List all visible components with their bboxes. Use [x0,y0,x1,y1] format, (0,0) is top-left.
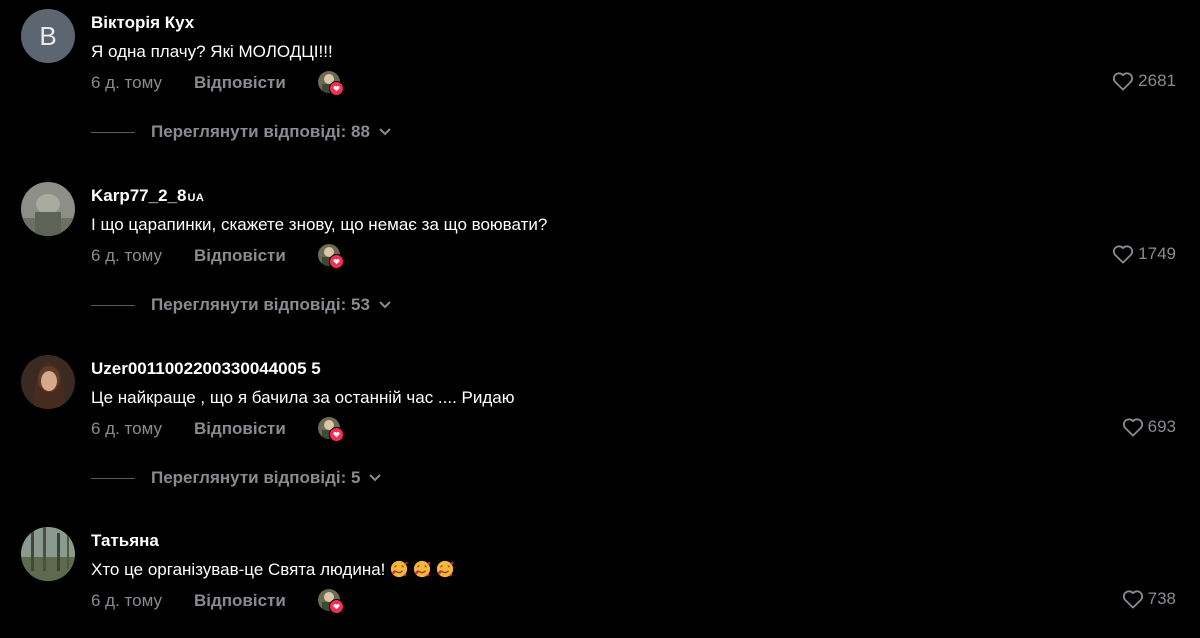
view-replies-button[interactable]: Переглянути відповіді: 5 [91,468,382,488]
like-button[interactable]: 738 [1122,589,1176,609]
comment-meta: 6 д. тому Відповісти [91,589,344,614]
like-count: 693 [1147,417,1176,436]
smiling-face-with-hearts-emoji [391,560,408,578]
like-button[interactable]: 2681 [1112,71,1176,91]
comment-text: І що царапинки, скажете знову, що немає … [91,215,548,234]
reply-button[interactable]: Відповісти [194,246,286,266]
comment-time: 6 д. тому [91,73,162,92]
comment-text: Хто це організував-це Свята людина! [91,560,454,580]
reply-button[interactable]: Відповісти [194,73,286,93]
creator-liked-badge-icon [317,417,344,442]
comment-meta: 6 д. тому Відповісти [91,244,344,269]
creator-liked-badge-icon [317,71,344,96]
username-suffix: UA [187,192,205,204]
like-count: 738 [1147,589,1176,608]
view-replies-button[interactable]: Переглянути відповіді: 53 [91,295,392,315]
view-replies-label[interactable]: Переглянути відповіді: 5 [151,468,360,488]
smiling-face-with-hearts-emoji [437,560,454,578]
creator-liked-badge-icon [317,589,344,614]
avatar[interactable] [21,355,75,409]
comment-text-content: Хто це організував-це Свята людина! [91,560,386,579]
reply-button[interactable]: Відповісти [194,419,286,439]
heart-outline-icon[interactable] [1122,589,1144,609]
view-replies-button[interactable]: Переглянути відповіді: 88 [91,122,392,142]
username-text[interactable]: Uzer0011002200330044005 5 [91,359,321,378]
like-button[interactable]: 693 [1122,417,1176,437]
view-replies-label[interactable]: Переглянути відповіді: 53 [151,295,370,315]
comment-text: Я одна плачу? Які МОЛОДЦІ!!! [91,42,333,61]
comment-meta: 6 д. тому Відповісти [91,417,344,442]
like-count: 1749 [1138,244,1176,263]
comment-time: 6 д. тому [91,419,162,438]
creator-liked-badge-icon [317,244,344,269]
divider [91,304,135,306]
comment-username[interactable]: Uzer0011002200330044005 5 [91,359,321,379]
chevron-down-icon[interactable] [368,473,382,483]
heart-outline-icon[interactable] [1112,71,1134,91]
avatar[interactable] [21,527,75,581]
avatar[interactable] [21,182,75,236]
heart-outline-icon[interactable] [1122,417,1144,437]
heart-outline-icon[interactable] [1112,244,1134,264]
comment-username[interactable]: Вікторія Кух [91,13,194,33]
username-text[interactable]: Татьяна [91,531,159,550]
like-button[interactable]: 1749 [1112,244,1176,264]
comment-username[interactable]: Татьяна [91,531,159,551]
comment-username[interactable]: Karp77_2_8UA [91,186,204,206]
divider [91,131,135,133]
username-text[interactable]: Karp77_2_8 [91,186,186,205]
username-text[interactable]: Вікторія Кух [91,13,194,32]
like-count: 2681 [1138,71,1176,90]
view-replies-label[interactable]: Переглянути відповіді: 88 [151,122,370,142]
divider [91,477,135,479]
chevron-down-icon[interactable] [378,127,392,137]
comment-time: 6 д. тому [91,591,162,610]
avatar[interactable]: В [21,9,75,63]
comment-time: 6 д. тому [91,246,162,265]
comments-list: В Вікторія Кух Я одна плачу? Які МОЛОДЦІ… [0,0,1200,638]
chevron-down-icon[interactable] [378,300,392,310]
comment-text: Це найкраще , що я бачила за останній ча… [91,388,515,407]
reply-button[interactable]: Відповісти [194,591,286,611]
smiling-face-with-hearts-emoji [414,560,431,578]
comment-meta: 6 д. тому Відповісти [91,71,344,96]
